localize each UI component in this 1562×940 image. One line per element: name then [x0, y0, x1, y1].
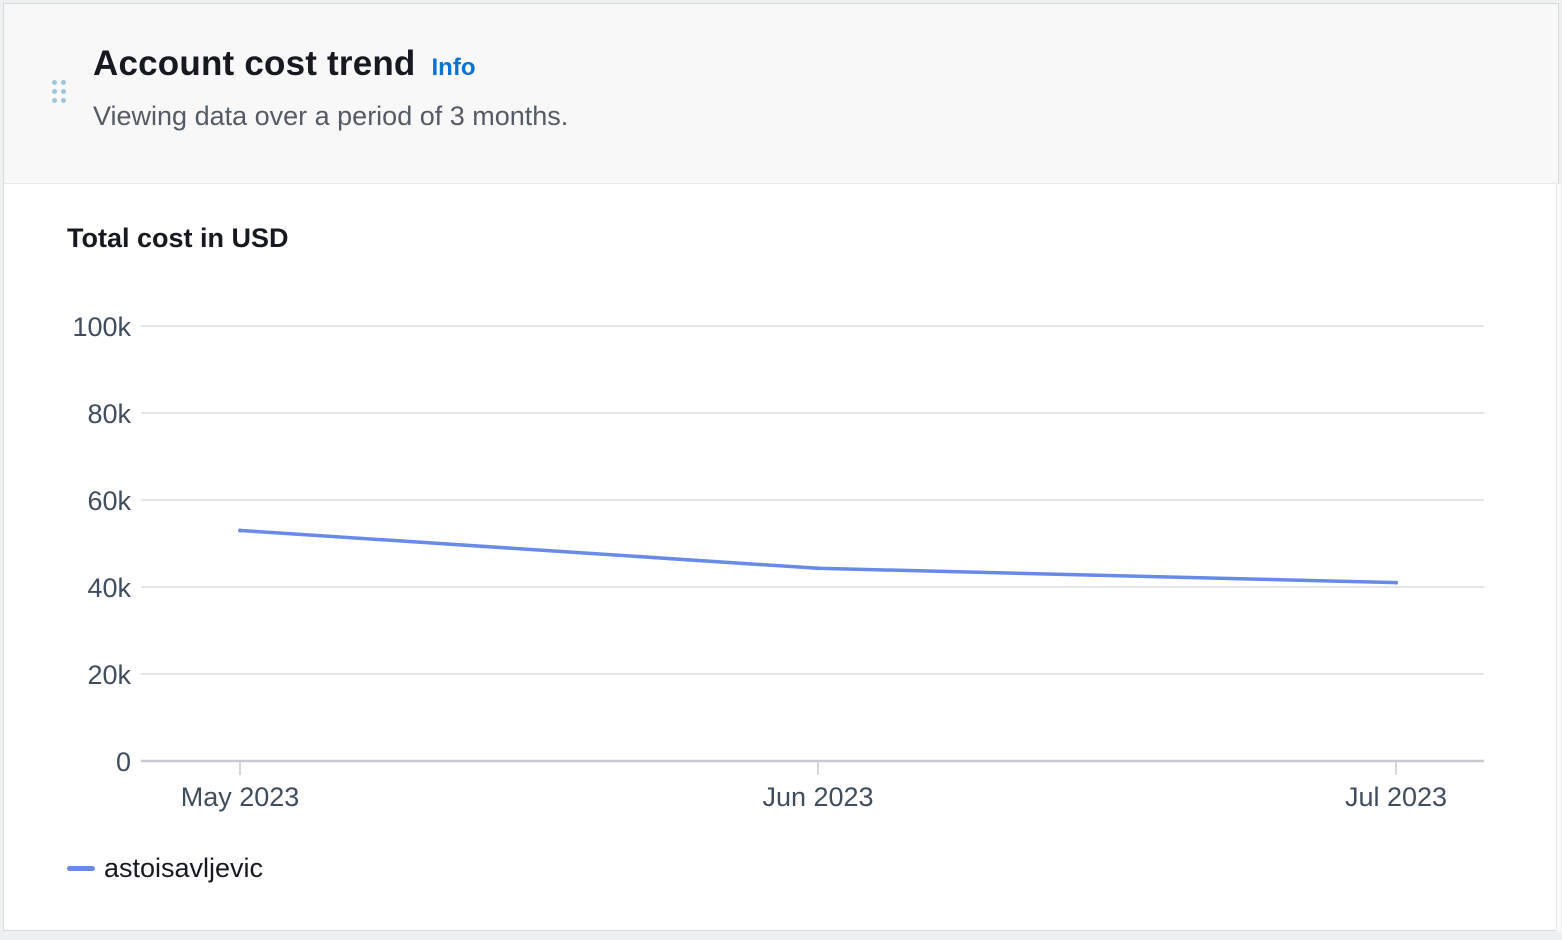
series-line — [238, 528, 1398, 585]
legend-swatch — [67, 866, 95, 871]
chart-legend: astoisavljevic — [67, 853, 263, 884]
y-tick-label: 100k — [72, 312, 131, 342]
account-cost-trend-widget: Account cost trend Info Viewing data ove… — [3, 3, 1561, 932]
x-tick-label: May 2023 — [181, 782, 300, 812]
y-tick-label: 0 — [116, 747, 131, 777]
data-point — [1394, 580, 1398, 585]
x-tick-label: Jul 2023 — [1345, 782, 1447, 812]
legend-label[interactable]: astoisavljevic — [104, 853, 263, 884]
y-tick-label: 40k — [87, 573, 131, 603]
line-chart: 0 20k 40k 60k 80k 100k May 2023 Jun 2023 Jul 202… — [72, 312, 1484, 812]
data-point — [238, 528, 242, 533]
data-point — [816, 566, 820, 571]
x-tick-label: Jun 2023 — [762, 782, 873, 812]
y-tick-label: 60k — [87, 486, 131, 516]
y-tick-label: 80k — [87, 399, 131, 429]
y-tick-label: 20k — [87, 660, 131, 690]
